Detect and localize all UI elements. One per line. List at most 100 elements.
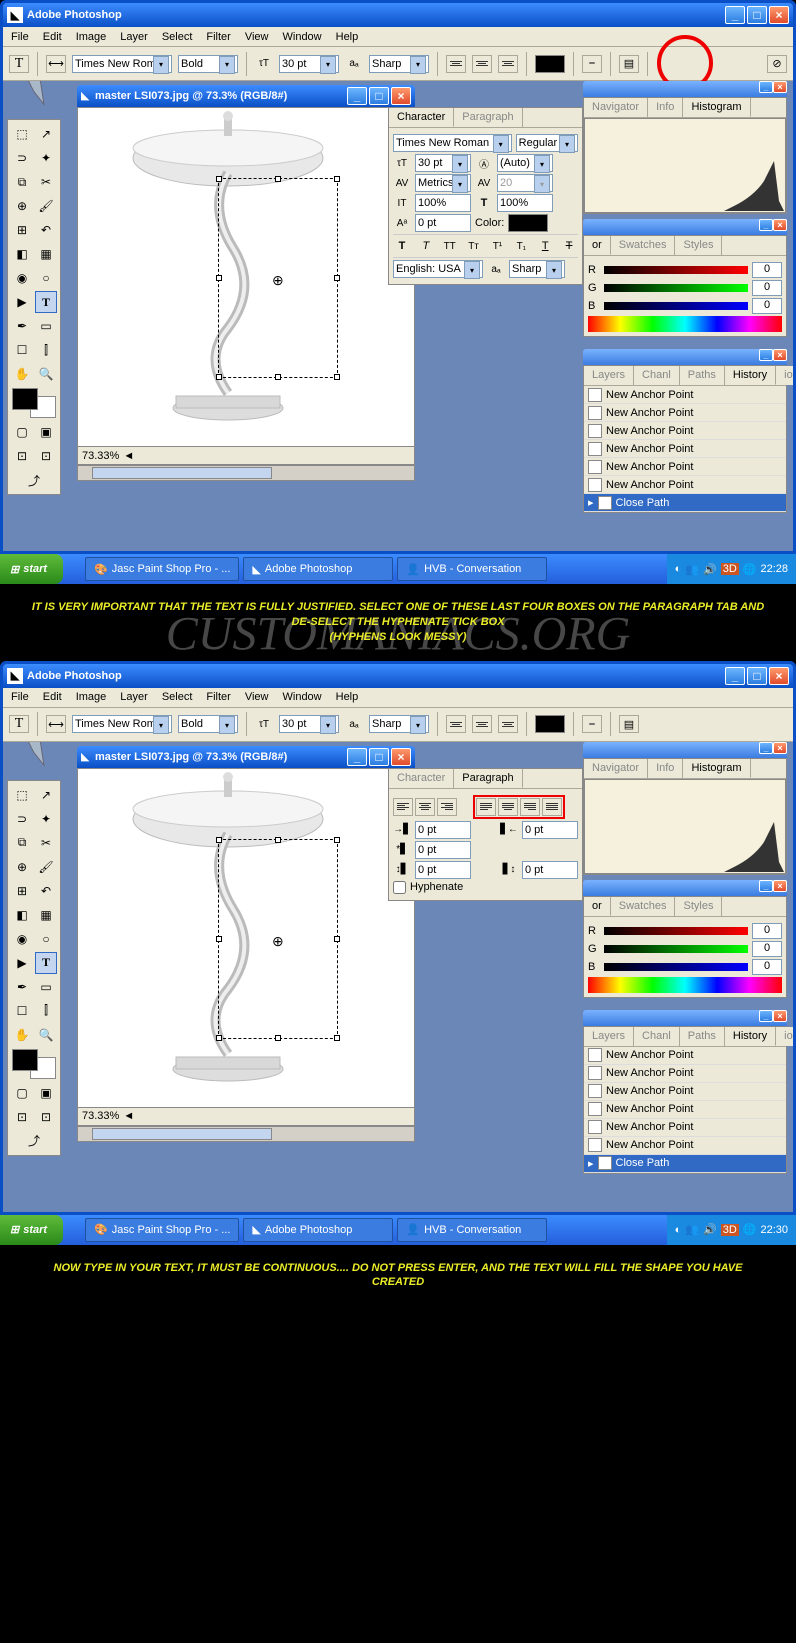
- zoom-display[interactable]: 73.33%: [82, 450, 119, 462]
- align-left-button[interactable]: [446, 715, 466, 733]
- hand-tool[interactable]: ✋: [11, 1024, 33, 1046]
- char-color-swatch[interactable]: [508, 214, 548, 232]
- palettes-button[interactable]: ▤: [619, 55, 639, 73]
- history-item[interactable]: New Anchor Point: [584, 386, 786, 404]
- type-tool[interactable]: T: [35, 291, 57, 313]
- titlebar[interactable]: ◣ Adobe Photoshop _ □ ×: [3, 3, 793, 27]
- para-align-left[interactable]: [393, 798, 413, 816]
- para-justify-left[interactable]: [476, 798, 496, 816]
- quickmask-button[interactable]: ▢: [11, 421, 33, 443]
- hist-min[interactable]: _: [759, 349, 773, 361]
- tab-swatches[interactable]: Swatches: [611, 236, 676, 255]
- indent-first-input[interactable]: 0 pt: [415, 841, 471, 859]
- doc-minimize[interactable]: _: [347, 748, 367, 766]
- wand-tool[interactable]: ✦: [35, 808, 57, 830]
- lasso-tool[interactable]: ⊃: [11, 147, 33, 169]
- stamp-tool[interactable]: ⊞: [11, 880, 33, 902]
- task-paintshop[interactable]: 🎨 Jasc Paint Shop Pro - ...: [85, 557, 239, 581]
- crop-tool[interactable]: ⧉: [11, 832, 33, 854]
- history-brush-tool[interactable]: ↶: [35, 880, 57, 902]
- menu-help[interactable]: Help: [336, 691, 359, 703]
- history-brush-tool[interactable]: ↶: [35, 219, 57, 241]
- slice-tool[interactable]: ✂: [35, 171, 57, 193]
- tab-styles[interactable]: Styles: [675, 236, 722, 255]
- color-swatches[interactable]: [12, 388, 56, 418]
- history-item[interactable]: New Anchor Point: [584, 422, 786, 440]
- text-path-selection[interactable]: ⊕: [218, 178, 338, 378]
- menu-view[interactable]: View: [245, 691, 269, 703]
- marquee-tool[interactable]: ⬚: [11, 784, 33, 806]
- start-button[interactable]: ⊞start: [0, 554, 63, 584]
- horizontal-scrollbar[interactable]: [77, 1126, 415, 1142]
- gradient-tool[interactable]: ▦: [35, 243, 57, 265]
- menu-select[interactable]: Select: [162, 31, 193, 43]
- hue-ramp[interactable]: [588, 316, 782, 332]
- g-slider[interactable]: [604, 945, 748, 953]
- para-align-right[interactable]: [437, 798, 457, 816]
- canvas-2[interactable]: ⊕: [77, 768, 415, 1108]
- dodge-tool[interactable]: ○: [35, 267, 57, 289]
- para-justify-right[interactable]: [520, 798, 540, 816]
- char-leading-dropdown[interactable]: (Auto): [497, 154, 553, 172]
- g-slider[interactable]: [604, 284, 748, 292]
- path-select-tool[interactable]: ▶: [11, 952, 33, 974]
- warp-text-button[interactable]: ⎯: [582, 715, 602, 733]
- blur-tool[interactable]: ◉: [11, 267, 33, 289]
- canvas[interactable]: ⊕: [77, 107, 415, 447]
- char-font-dropdown[interactable]: Times New Roman: [393, 134, 512, 152]
- shape-tool[interactable]: ▭: [35, 976, 57, 998]
- para-justify-center[interactable]: [498, 798, 518, 816]
- blur-tool[interactable]: ◉: [11, 928, 33, 950]
- history-item[interactable]: New Anchor Point: [584, 458, 786, 476]
- menu-filter[interactable]: Filter: [206, 31, 230, 43]
- pen-tool[interactable]: ✒: [11, 976, 33, 998]
- type-tool[interactable]: T: [35, 952, 57, 974]
- char-baseline-input[interactable]: 0 pt: [415, 214, 471, 232]
- r-slider[interactable]: [604, 266, 748, 274]
- system-tray[interactable]: ◐👥🔊3D🌐22:28: [667, 554, 796, 584]
- tab-color[interactable]: or: [584, 897, 611, 916]
- brush-tool[interactable]: 🖌: [35, 195, 57, 217]
- history-item[interactable]: New Anchor Point: [584, 1047, 786, 1065]
- text-color-swatch[interactable]: [535, 55, 565, 73]
- font-family-dropdown[interactable]: Times New Roman: [72, 715, 172, 733]
- zoom-tool[interactable]: 🔍: [35, 1024, 57, 1046]
- tab-channels[interactable]: Chanl: [634, 366, 680, 385]
- text-color-swatch[interactable]: [535, 715, 565, 733]
- document-titlebar[interactable]: ◣ master LSI073.jpg @ 73.3% (RGB/8#) _□×: [77, 85, 415, 107]
- nav-min[interactable]: _: [759, 81, 773, 93]
- task-photoshop[interactable]: ◣ Adobe Photoshop: [243, 557, 393, 581]
- move-tool[interactable]: ↗: [35, 784, 57, 806]
- eraser-tool[interactable]: ◧: [11, 243, 33, 265]
- smallcaps-button[interactable]: Tᴛ: [465, 238, 483, 254]
- screen-mode-1[interactable]: ⊡: [11, 1106, 33, 1128]
- quickmask-button[interactable]: ▢: [11, 1082, 33, 1104]
- history-item-selected[interactable]: ▸Close Path: [584, 1155, 786, 1173]
- menu-image[interactable]: Image: [76, 691, 107, 703]
- char-size-dropdown[interactable]: 30 pt: [415, 154, 471, 172]
- orientation-button[interactable]: ⟷: [46, 55, 66, 73]
- heal-tool[interactable]: ⊕: [11, 195, 33, 217]
- horizontal-scrollbar[interactable]: [77, 465, 415, 481]
- font-size-dropdown[interactable]: 30 pt: [279, 55, 339, 73]
- strike-button[interactable]: T: [560, 238, 578, 254]
- tab-histogram[interactable]: Histogram: [683, 98, 750, 117]
- font-weight-dropdown[interactable]: Bold: [178, 715, 238, 733]
- tab-styles[interactable]: Styles: [675, 897, 722, 916]
- tab-character[interactable]: Character: [389, 769, 454, 788]
- slice-tool[interactable]: ✂: [35, 832, 57, 854]
- doc-close[interactable]: ×: [391, 87, 411, 105]
- doc-maximize[interactable]: □: [369, 748, 389, 766]
- italic-button[interactable]: T: [417, 238, 435, 254]
- task-hvb[interactable]: 👤 HVB - Conversation: [397, 1218, 547, 1242]
- menu-image[interactable]: Image: [76, 31, 107, 43]
- quickmask-on-button[interactable]: ▣: [35, 421, 57, 443]
- notes-tool[interactable]: ☐: [11, 339, 33, 361]
- jump-button[interactable]: ⤴: [11, 1130, 57, 1152]
- char-style-dropdown[interactable]: Regular: [516, 134, 578, 152]
- doc-minimize[interactable]: _: [347, 87, 367, 105]
- para-justify-all[interactable]: [542, 798, 562, 816]
- dodge-tool[interactable]: ○: [35, 928, 57, 950]
- history-item[interactable]: New Anchor Point: [584, 1101, 786, 1119]
- menu-filter[interactable]: Filter: [206, 691, 230, 703]
